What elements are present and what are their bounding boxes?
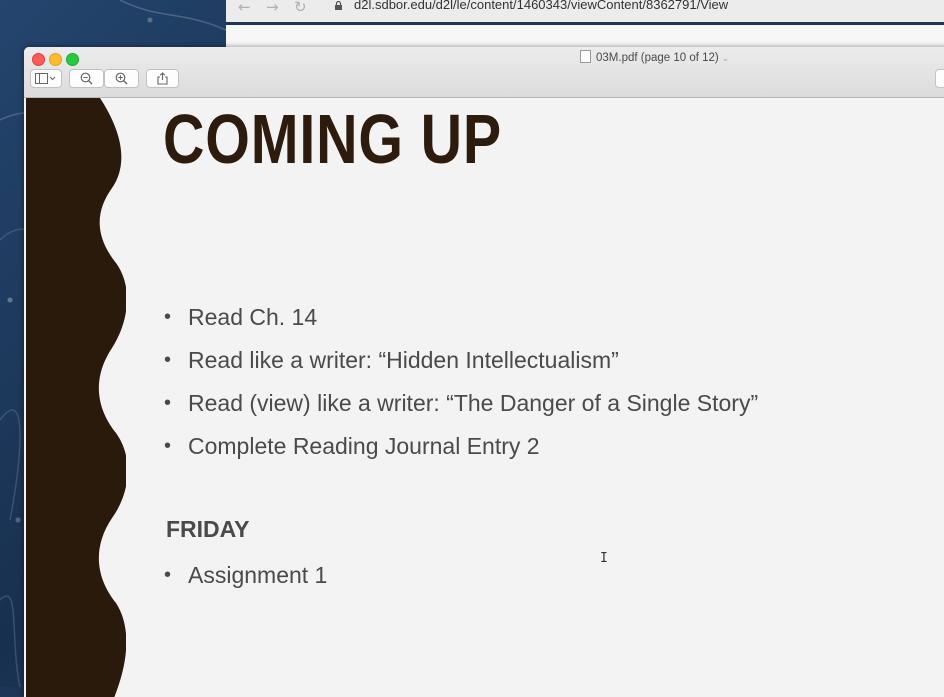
list-item: • Read Ch. 14 [164, 300, 758, 343]
document-title-text: 03M.pdf (page 10 of 12) [596, 52, 719, 64]
bullet-list: • Read Ch. 14 • Read like a writer: “Hidde… [164, 300, 758, 472]
pdf-file-icon [580, 50, 591, 63]
reload-icon[interactable]: ↻ [294, 0, 307, 16]
bullet-text: Read like a writer: “Hidden Intellectual… [188, 347, 619, 373]
zoom-button[interactable] [66, 53, 79, 66]
browser-toolbar: ← → ↻ d2l.sdbor.edu/d2l/le/content/14603… [226, 0, 944, 25]
zoom-out-icon [80, 72, 93, 85]
list-item: • Read (view) like a writer: “The Danger … [164, 386, 758, 429]
address-bar[interactable]: d2l.sdbor.edu/d2l/le/content/1460343/vie… [354, 0, 728, 12]
sidebar-toggle-button[interactable] [30, 69, 62, 88]
slide-heading: COMING UP [163, 100, 503, 178]
bullet-text: Read (view) like a writer: “The Danger o… [188, 390, 759, 416]
zoom-in-icon [115, 72, 128, 85]
share-icon [157, 72, 168, 85]
pdf-page[interactable]: COMING UP • Read Ch. 14 • Read like a writ… [26, 98, 944, 697]
chevron-down-icon[interactable]: ⌄ [722, 53, 730, 63]
share-button[interactable] [146, 69, 179, 88]
lock-icon [335, 1, 342, 10]
back-icon[interactable]: ← [238, 0, 251, 16]
bullet-icon: • [164, 564, 172, 586]
bullet-icon: • [164, 306, 172, 328]
list-item: • Complete Reading Journal Entry 2 [164, 429, 758, 472]
document-title[interactable]: 03M.pdf (page 10 of 12) ⌄ [580, 50, 729, 64]
list-item: • Read like a writer: “Hidden Intellectua… [164, 343, 758, 386]
close-button[interactable] [32, 53, 45, 66]
bullet-icon: • [164, 435, 172, 457]
title-bar[interactable]: 03M.pdf (page 10 of 12) ⌄ [24, 47, 944, 98]
bullet-icon: • [164, 392, 172, 414]
wave-decoration [26, 98, 126, 697]
bullet-text: Read Ch. 14 [188, 304, 318, 330]
list-item: • Assignment 1 [164, 558, 327, 592]
friday-bullet-list: • Assignment 1 [164, 558, 327, 592]
bullet-text: Complete Reading Journal Entry 2 [188, 433, 540, 459]
zoom-in-button[interactable] [104, 69, 139, 88]
bullet-icon: • [164, 349, 172, 371]
sidebar-icon [35, 73, 56, 84]
forward-icon[interactable]: → [266, 0, 279, 16]
section-label: FRIDAY [166, 516, 250, 542]
search-field[interactable] [935, 69, 944, 88]
text-cursor-icon: I [600, 551, 608, 566]
minimize-button[interactable] [49, 53, 62, 66]
preview-window: 03M.pdf (page 10 of 12) ⌄ COMING UP • Re… [24, 47, 944, 697]
bullet-text: Assignment 1 [188, 562, 328, 588]
zoom-out-button[interactable] [69, 69, 104, 88]
